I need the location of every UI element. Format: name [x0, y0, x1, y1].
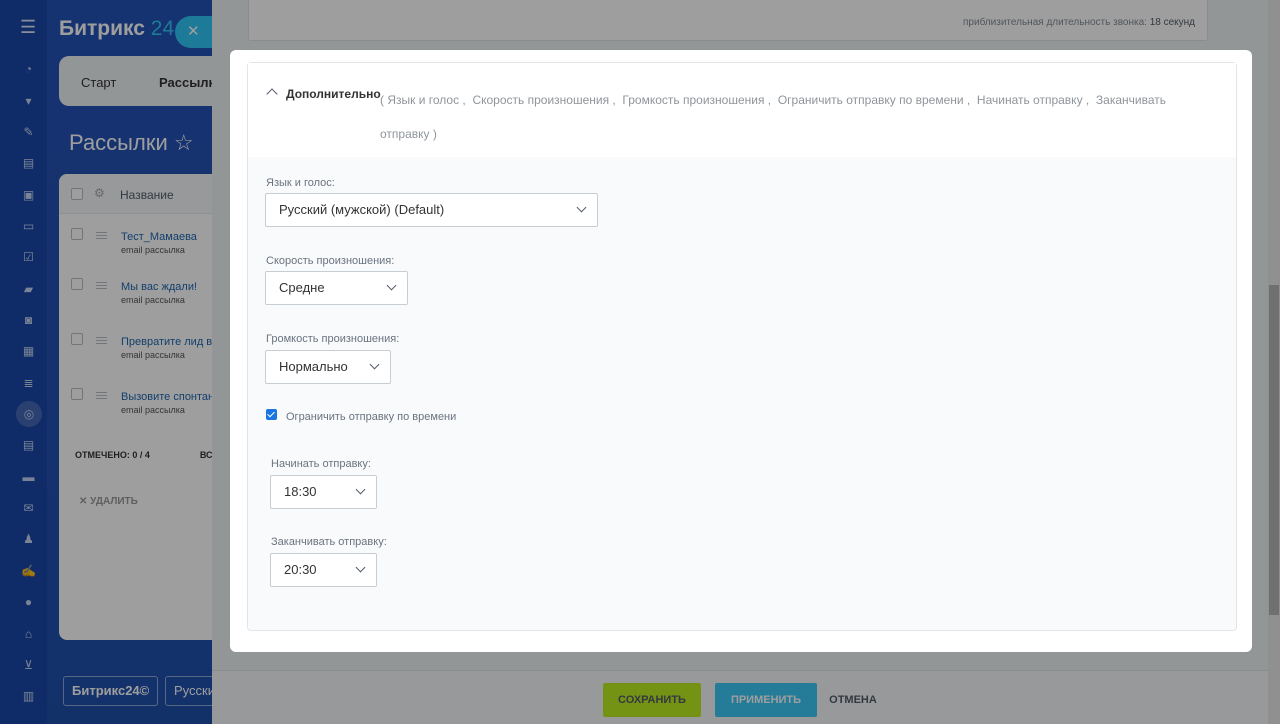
section-title[interactable]: Дополнительно [286, 87, 381, 101]
settings-modal: Дополнительно ( Язык и голос , Скорость … [230, 50, 1252, 652]
voice-label: Язык и голос: [266, 177, 335, 189]
start-label: Начинать отправку: [271, 458, 371, 470]
additional-section: Дополнительно ( Язык и голос , Скорость … [247, 62, 1237, 631]
volume-label: Громкость произношения: [266, 333, 400, 345]
chevron-down-icon [355, 562, 366, 573]
speed-label: Скорость произношения: [266, 255, 395, 267]
volume-select[interactable]: Нормально [265, 350, 391, 384]
start-time-select[interactable]: 18:30 [270, 475, 377, 509]
chevron-down-icon [369, 359, 380, 370]
speed-select[interactable]: Средне [265, 271, 408, 305]
limit-time-checkbox[interactable] [266, 409, 277, 420]
limit-time-label[interactable]: Ограничить отправку по времени [286, 411, 456, 423]
section-summary: ( Язык и голос , Скорость произношения ,… [380, 93, 1167, 141]
chevron-down-icon [386, 280, 397, 291]
chevron-down-icon [355, 484, 366, 495]
chevron-up-icon[interactable] [266, 88, 278, 100]
section-header[interactable]: Дополнительно ( Язык и голос , Скорость … [248, 63, 1236, 157]
end-label: Заканчивать отправку: [271, 536, 387, 548]
chevron-down-icon [576, 202, 587, 213]
end-time-select[interactable]: 20:30 [270, 553, 377, 587]
voice-select[interactable]: Русский (мужской) (Default) [265, 193, 598, 227]
